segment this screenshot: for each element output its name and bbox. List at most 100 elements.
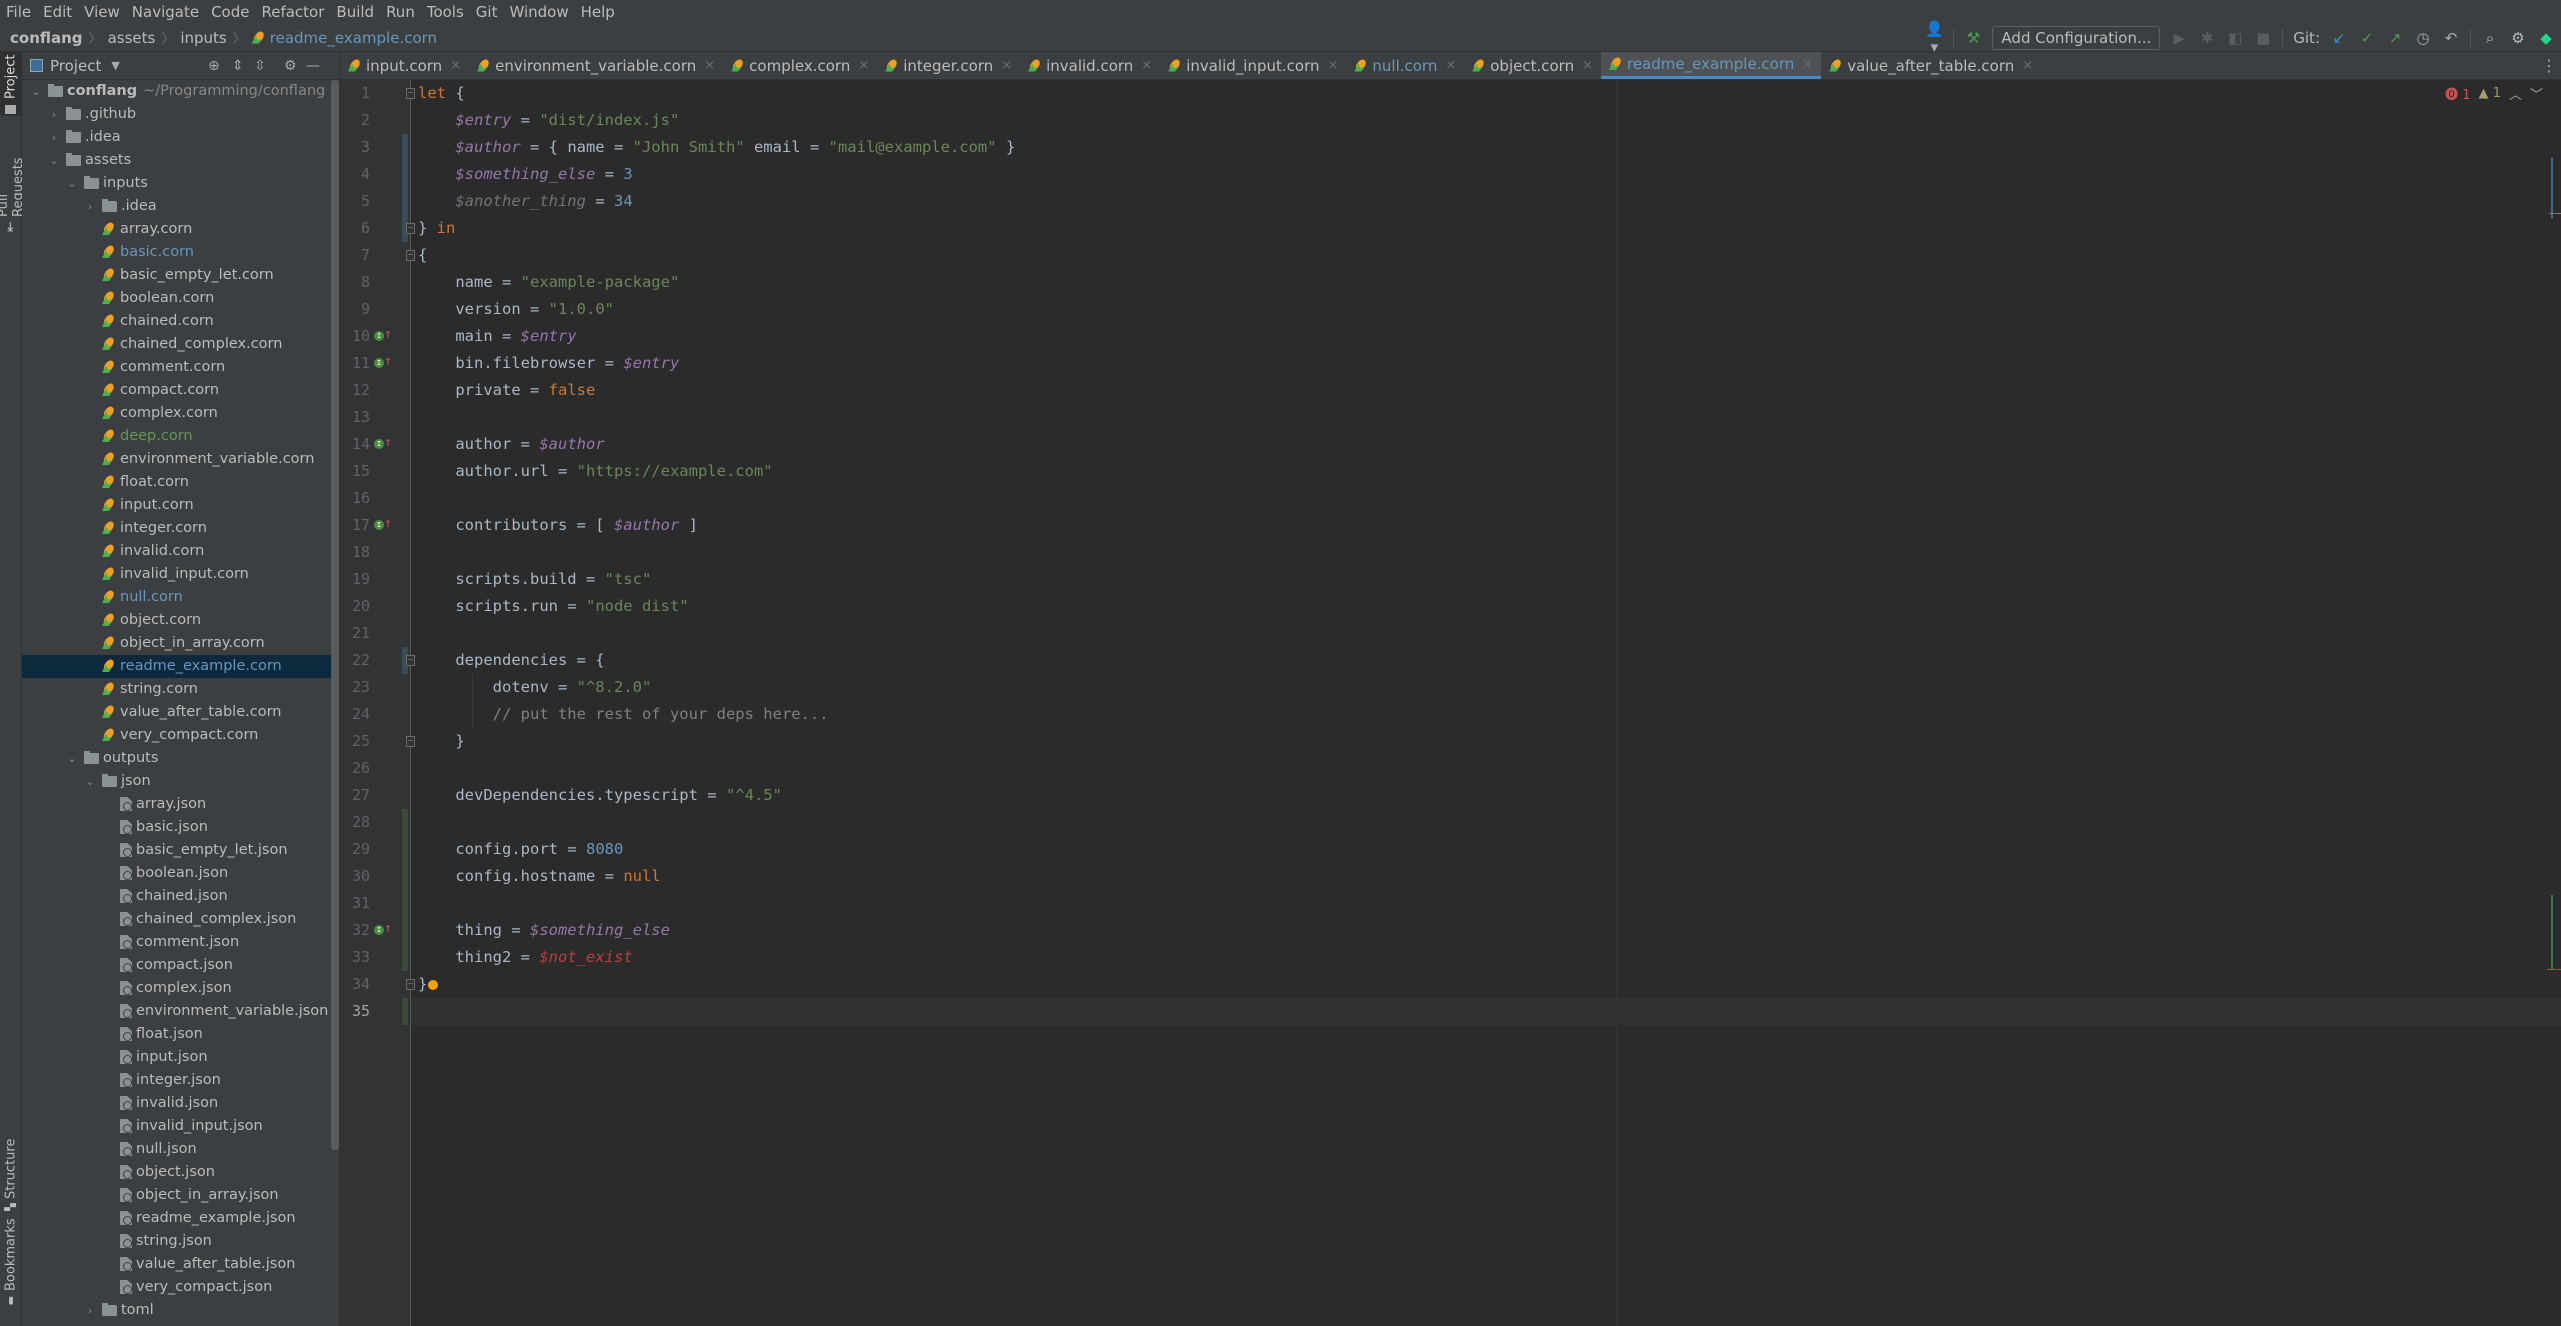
line-number[interactable]: 21 <box>342 620 370 647</box>
next-highlight-icon[interactable]: ﹀ <box>2530 84 2543 103</box>
close-icon[interactable]: × <box>858 58 869 73</box>
line-number[interactable]: 23 <box>342 674 370 701</box>
project-tool-tab[interactable]: Project <box>0 52 22 116</box>
tree-item[interactable]: environment_variable.corn <box>22 448 339 471</box>
menu-build[interactable]: Build <box>336 3 374 21</box>
editor-tab[interactable]: readme_example.corn × <box>1600 52 1822 79</box>
code-line[interactable]: name = "example-package" <box>418 269 679 296</box>
chevron-down-icon[interactable]: ⌄ <box>84 770 96 793</box>
git-update-icon[interactable]: ↙ <box>2330 29 2348 47</box>
fold-toggle-icon[interactable]: − <box>406 88 415 99</box>
code-line[interactable]: scripts.build = "tsc" <box>418 566 651 593</box>
tree-item[interactable]: chained_complex.json <box>22 908 339 931</box>
menu-run[interactable]: Run <box>386 3 415 21</box>
tree-item[interactable]: invalid_input.json <box>22 1115 339 1138</box>
tree-item[interactable]: deep.corn <box>22 425 339 448</box>
tree-item[interactable]: boolean.json <box>22 862 339 885</box>
inspection-widget[interactable]: ⓿ 1 ▲ 1 ︿ ﹀ <box>2445 84 2543 103</box>
previous-highlight-icon[interactable]: ︿ <box>2509 84 2522 103</box>
tree-item[interactable]: array.corn <box>22 218 339 241</box>
tree-item[interactable]: ⌄ assets <box>22 149 339 172</box>
tree-item[interactable]: chained.corn <box>22 310 339 333</box>
code-line[interactable]: dotenv = "^8.2.0" <box>418 674 652 701</box>
line-number[interactable]: 20 <box>342 593 370 620</box>
code-line[interactable]: scripts.run = "node dist" <box>418 593 688 620</box>
tree-item[interactable]: object.corn <box>22 609 339 632</box>
breadcrumb-file[interactable]: readme_example.corn <box>270 29 437 47</box>
error-count-badge[interactable]: ⓿ 1 <box>2445 84 2470 103</box>
tree-item[interactable]: invalid.corn <box>22 540 339 563</box>
code-line[interactable]: contributors = [ $author ] <box>418 512 698 539</box>
warning-count-badge[interactable]: ▲ 1 <box>2479 86 2501 101</box>
tree-item[interactable]: readme_example.json <box>22 1207 339 1230</box>
tree-item[interactable]: value_after_table.json <box>22 1253 339 1276</box>
overridden-property-icon[interactable]: I ↑ <box>374 922 392 937</box>
code-line[interactable]: config.hostname = null <box>418 863 660 890</box>
fold-toggle-icon[interactable]: − <box>406 655 415 666</box>
code-line[interactable]: devDependencies.typescript = "^4.5" <box>418 782 782 809</box>
close-icon[interactable]: × <box>1327 58 1338 73</box>
tree-item[interactable]: array.json <box>22 793 339 816</box>
tree-item[interactable]: chained_complex.corn <box>22 333 339 356</box>
line-number[interactable]: 3 <box>342 134 370 161</box>
line-number[interactable]: 11 <box>342 350 370 377</box>
code-line[interactable]: { <box>418 242 427 269</box>
breadcrumb-inputs[interactable]: inputs <box>180 29 226 47</box>
editor-tab[interactable]: complex.corn × <box>723 52 877 79</box>
code-line[interactable]: } <box>418 971 427 998</box>
line-number[interactable]: 13 <box>342 404 370 431</box>
fold-toggle-icon[interactable]: − <box>406 223 415 234</box>
menu-tools[interactable]: Tools <box>427 3 464 21</box>
code-line[interactable]: main = $entry <box>418 323 576 350</box>
code-line[interactable]: bin.filebrowser = $entry <box>418 350 679 377</box>
close-icon[interactable]: × <box>1001 58 1012 73</box>
tree-item[interactable]: › .idea <box>22 126 339 149</box>
tree-item[interactable]: › toml <box>22 1299 339 1322</box>
line-number[interactable]: 31 <box>342 890 370 917</box>
pull-requests-tool-tab[interactable]: ⇤ Pull Requests <box>0 132 26 233</box>
line-number[interactable]: 10 <box>342 323 370 350</box>
editor-tab[interactable]: object.corn × <box>1464 52 1601 79</box>
hammer-icon[interactable]: ⚒ <box>1964 29 1982 47</box>
overridden-property-icon[interactable]: I ↑ <box>374 436 392 451</box>
chevron-right-icon[interactable]: › <box>84 1299 96 1322</box>
locate-file-icon[interactable]: ⊕ <box>208 58 220 74</box>
menu-window[interactable]: Window <box>509 3 568 21</box>
debug-icon[interactable]: ✱ <box>2198 29 2216 47</box>
tree-item[interactable]: very_compact.corn <box>22 724 339 747</box>
editor-tab[interactable]: invalid.corn × <box>1020 52 1160 79</box>
line-number[interactable]: 9 <box>342 296 370 323</box>
tree-item[interactable]: basic.corn <box>22 241 339 264</box>
line-number[interactable]: 12 <box>342 377 370 404</box>
menu-refactor[interactable]: Refactor <box>261 3 324 21</box>
editor-tab[interactable]: invalid_input.corn × <box>1160 52 1346 79</box>
search-icon[interactable]: ⌕ <box>2481 29 2499 47</box>
tree-item[interactable]: complex.corn <box>22 402 339 425</box>
menu-code[interactable]: Code <box>211 3 249 21</box>
tree-item[interactable]: object_in_array.json <box>22 1184 339 1207</box>
more-tabs-icon[interactable]: ⋮ <box>2537 52 2561 79</box>
line-number[interactable]: 22 <box>342 647 370 674</box>
tree-item[interactable]: readme_example.corn <box>22 655 339 678</box>
close-icon[interactable]: × <box>1582 58 1593 73</box>
tree-item[interactable]: very_compact.json <box>22 1276 339 1299</box>
line-number[interactable]: 16 <box>342 485 370 512</box>
chevron-down-icon[interactable]: ⌄ <box>48 149 60 172</box>
run-icon[interactable]: ▶ <box>2170 29 2188 47</box>
close-icon[interactable]: × <box>704 58 715 73</box>
line-number[interactable]: 8 <box>342 269 370 296</box>
tree-item[interactable]: comment.json <box>22 931 339 954</box>
close-icon[interactable]: × <box>2022 58 2033 73</box>
tree-item[interactable]: chained.json <box>22 885 339 908</box>
overridden-property-icon[interactable]: I ↑ <box>374 517 392 532</box>
close-icon[interactable]: × <box>1141 58 1152 73</box>
tree-item[interactable]: integer.corn <box>22 517 339 540</box>
code-line[interactable]: } <box>418 728 464 755</box>
code-line[interactable]: $entry = "dist/index.js" <box>418 107 679 134</box>
line-number[interactable]: 6 <box>342 215 370 242</box>
tree-item[interactable]: compact.json <box>22 954 339 977</box>
close-icon[interactable]: × <box>1802 57 1813 72</box>
tree-item[interactable]: ⌄ conflang ~/Programming/conflang <box>22 80 339 103</box>
menu-git[interactable]: Git <box>476 3 498 21</box>
line-number[interactable]: 17 <box>342 512 370 539</box>
